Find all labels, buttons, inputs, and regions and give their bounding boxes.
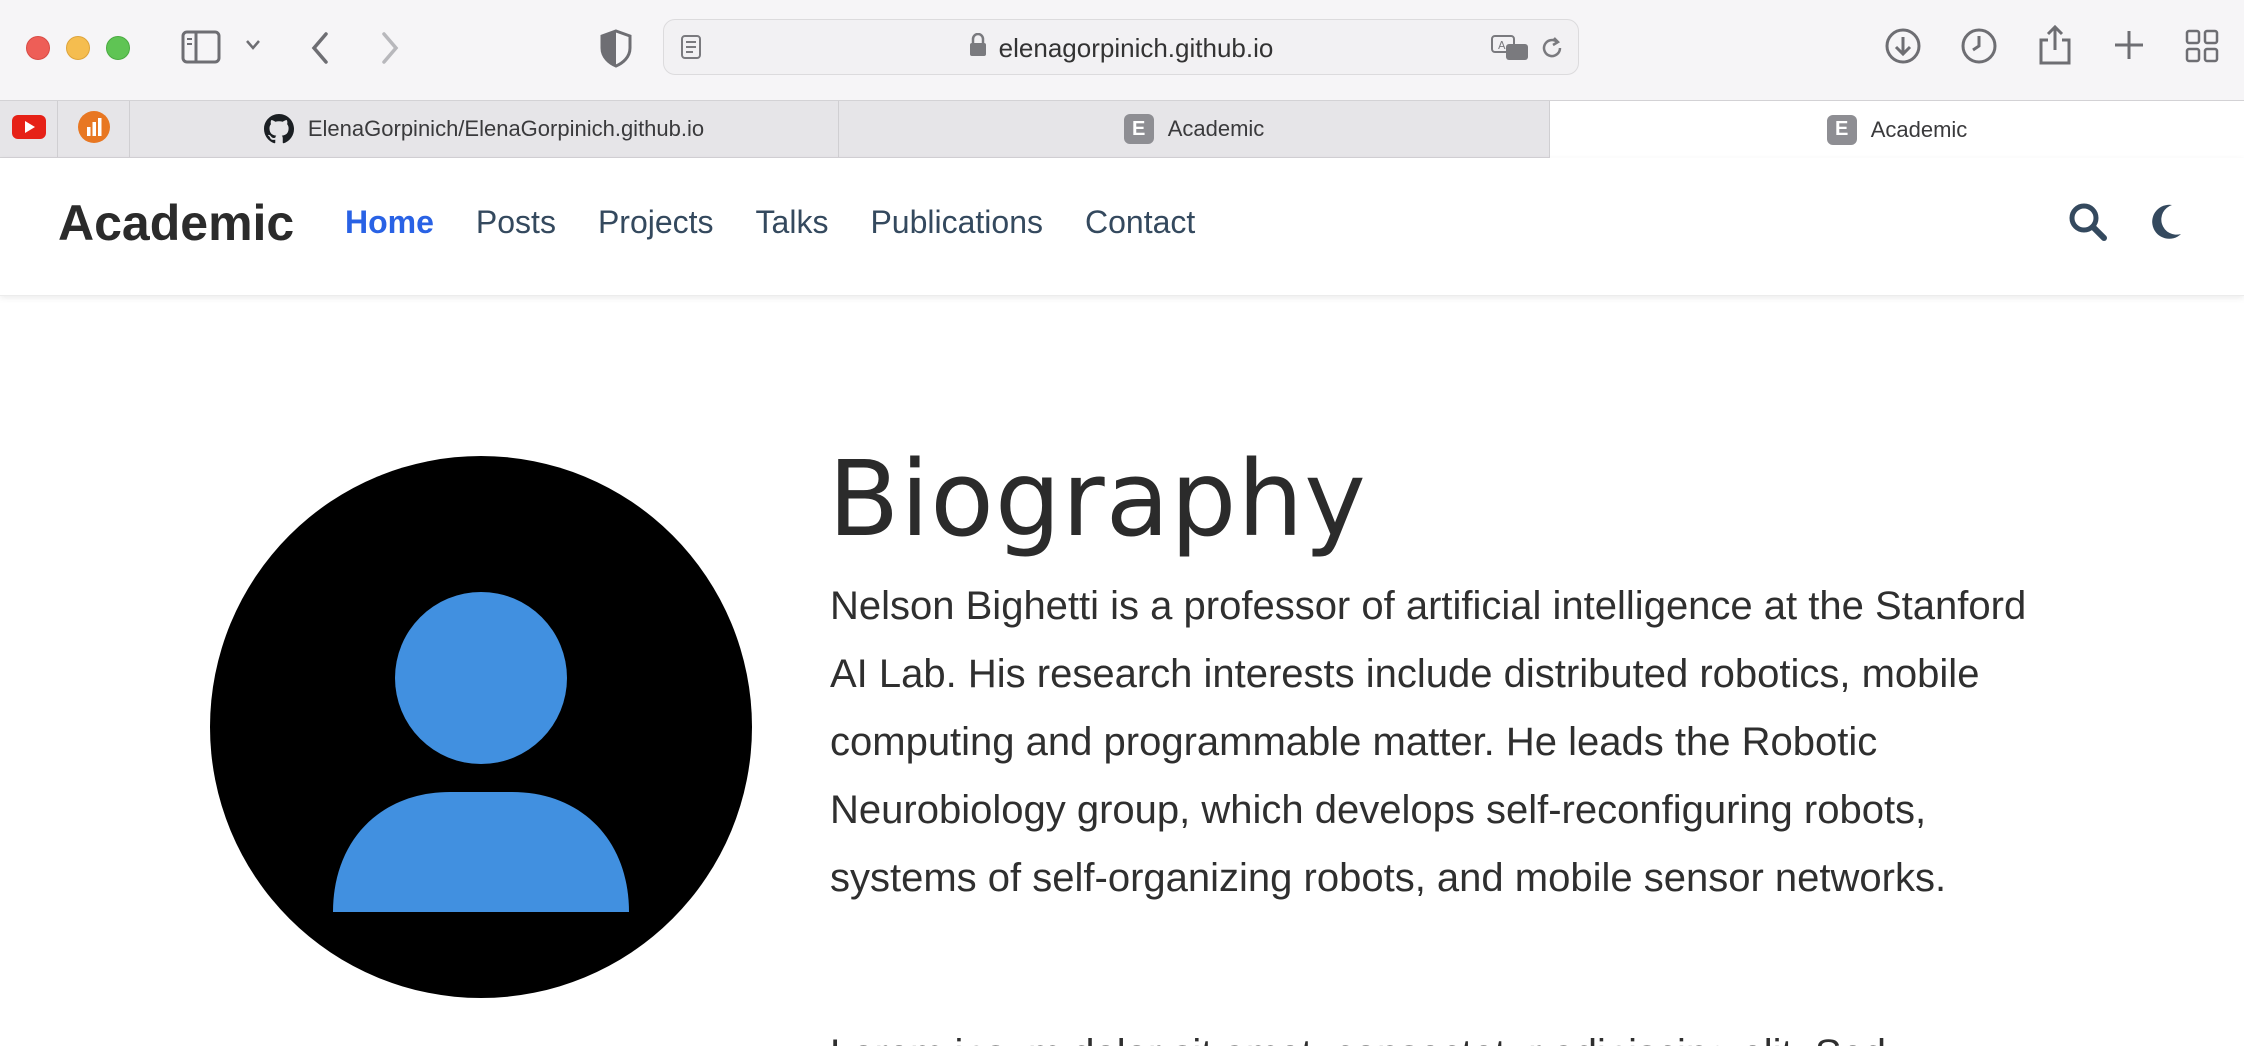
downloads-icon[interactable] <box>1884 27 1922 65</box>
browser-toolbar: elenagorpinich.github.io A <box>0 0 2244 100</box>
tab-label: Academic <box>1870 116 1968 142</box>
privacy-shield-icon[interactable] <box>598 28 634 68</box>
lock-icon <box>969 32 987 64</box>
biography-paragraph-2: Lorem ipsum dolor sit amet, consectetur … <box>830 1020 2060 1046</box>
new-tab-plus-icon[interactable] <box>2112 28 2146 62</box>
analytics-icon <box>77 110 110 148</box>
main-nav: Home Posts Projects Talks Publications C… <box>345 204 1237 241</box>
profile-avatar <box>210 456 752 998</box>
tab-academic-2-active[interactable]: E Academic <box>1550 101 2244 158</box>
e-favicon-icon: E <box>1123 114 1154 144</box>
e-favicon-icon: E <box>1826 114 1857 145</box>
nav-publications[interactable]: Publications <box>870 204 1043 241</box>
pinned-tab-youtube[interactable] <box>0 101 58 157</box>
tab-overview-grid-icon[interactable] <box>2184 28 2220 64</box>
tab-academic-1[interactable]: E Academic <box>839 101 1550 157</box>
zoom-window-button[interactable] <box>106 36 130 60</box>
nav-posts[interactable]: Posts <box>476 204 556 241</box>
github-icon <box>263 114 294 144</box>
reload-icon[interactable] <box>1538 34 1566 62</box>
dark-mode-moon-icon[interactable] <box>2148 202 2184 247</box>
sidebar-toggle-icon[interactable] <box>181 30 221 64</box>
user-avatar-icon <box>333 592 629 912</box>
svg-text:A: A <box>1498 39 1506 52</box>
address-bar[interactable]: elenagorpinich.github.io A <box>663 19 1579 75</box>
site-navbar: Academic Home Posts Projects Talks Publi… <box>0 158 2244 296</box>
translate-icon[interactable]: A <box>1490 34 1530 62</box>
nav-projects[interactable]: Projects <box>598 204 714 241</box>
nav-home[interactable]: Home <box>345 204 434 241</box>
pinned-tab-analytics[interactable] <box>58 101 130 157</box>
site-brand[interactable]: Academic <box>58 194 294 252</box>
nav-talks[interactable]: Talks <box>756 204 829 241</box>
minimize-window-button[interactable] <box>66 36 90 60</box>
share-icon[interactable] <box>2038 24 2072 66</box>
url-text[interactable]: elenagorpinich.github.io <box>999 33 1274 64</box>
forward-arrow-icon[interactable] <box>378 30 402 66</box>
nav-contact[interactable]: Contact <box>1085 204 1195 241</box>
biography-paragraph: Nelson Bighetti is a professor of artifi… <box>830 584 2027 900</box>
tab-bar: ElenaGorpinich/ElenaGorpinich.github.io … <box>0 100 2244 158</box>
tab-label: ElenaGorpinich/ElenaGorpinich.github.io <box>307 116 705 141</box>
tab-github-repo[interactable]: ElenaGorpinich/ElenaGorpinich.github.io <box>130 101 839 157</box>
history-clock-icon[interactable] <box>1960 27 1998 65</box>
biography-heading: Biography <box>828 438 1367 560</box>
back-arrow-icon[interactable] <box>308 30 332 66</box>
close-window-button[interactable] <box>26 36 50 60</box>
sidebar-chevron-down-icon[interactable] <box>244 38 262 52</box>
search-icon[interactable] <box>2068 202 2108 247</box>
youtube-icon <box>11 114 46 144</box>
tab-label: Academic <box>1167 116 1265 141</box>
